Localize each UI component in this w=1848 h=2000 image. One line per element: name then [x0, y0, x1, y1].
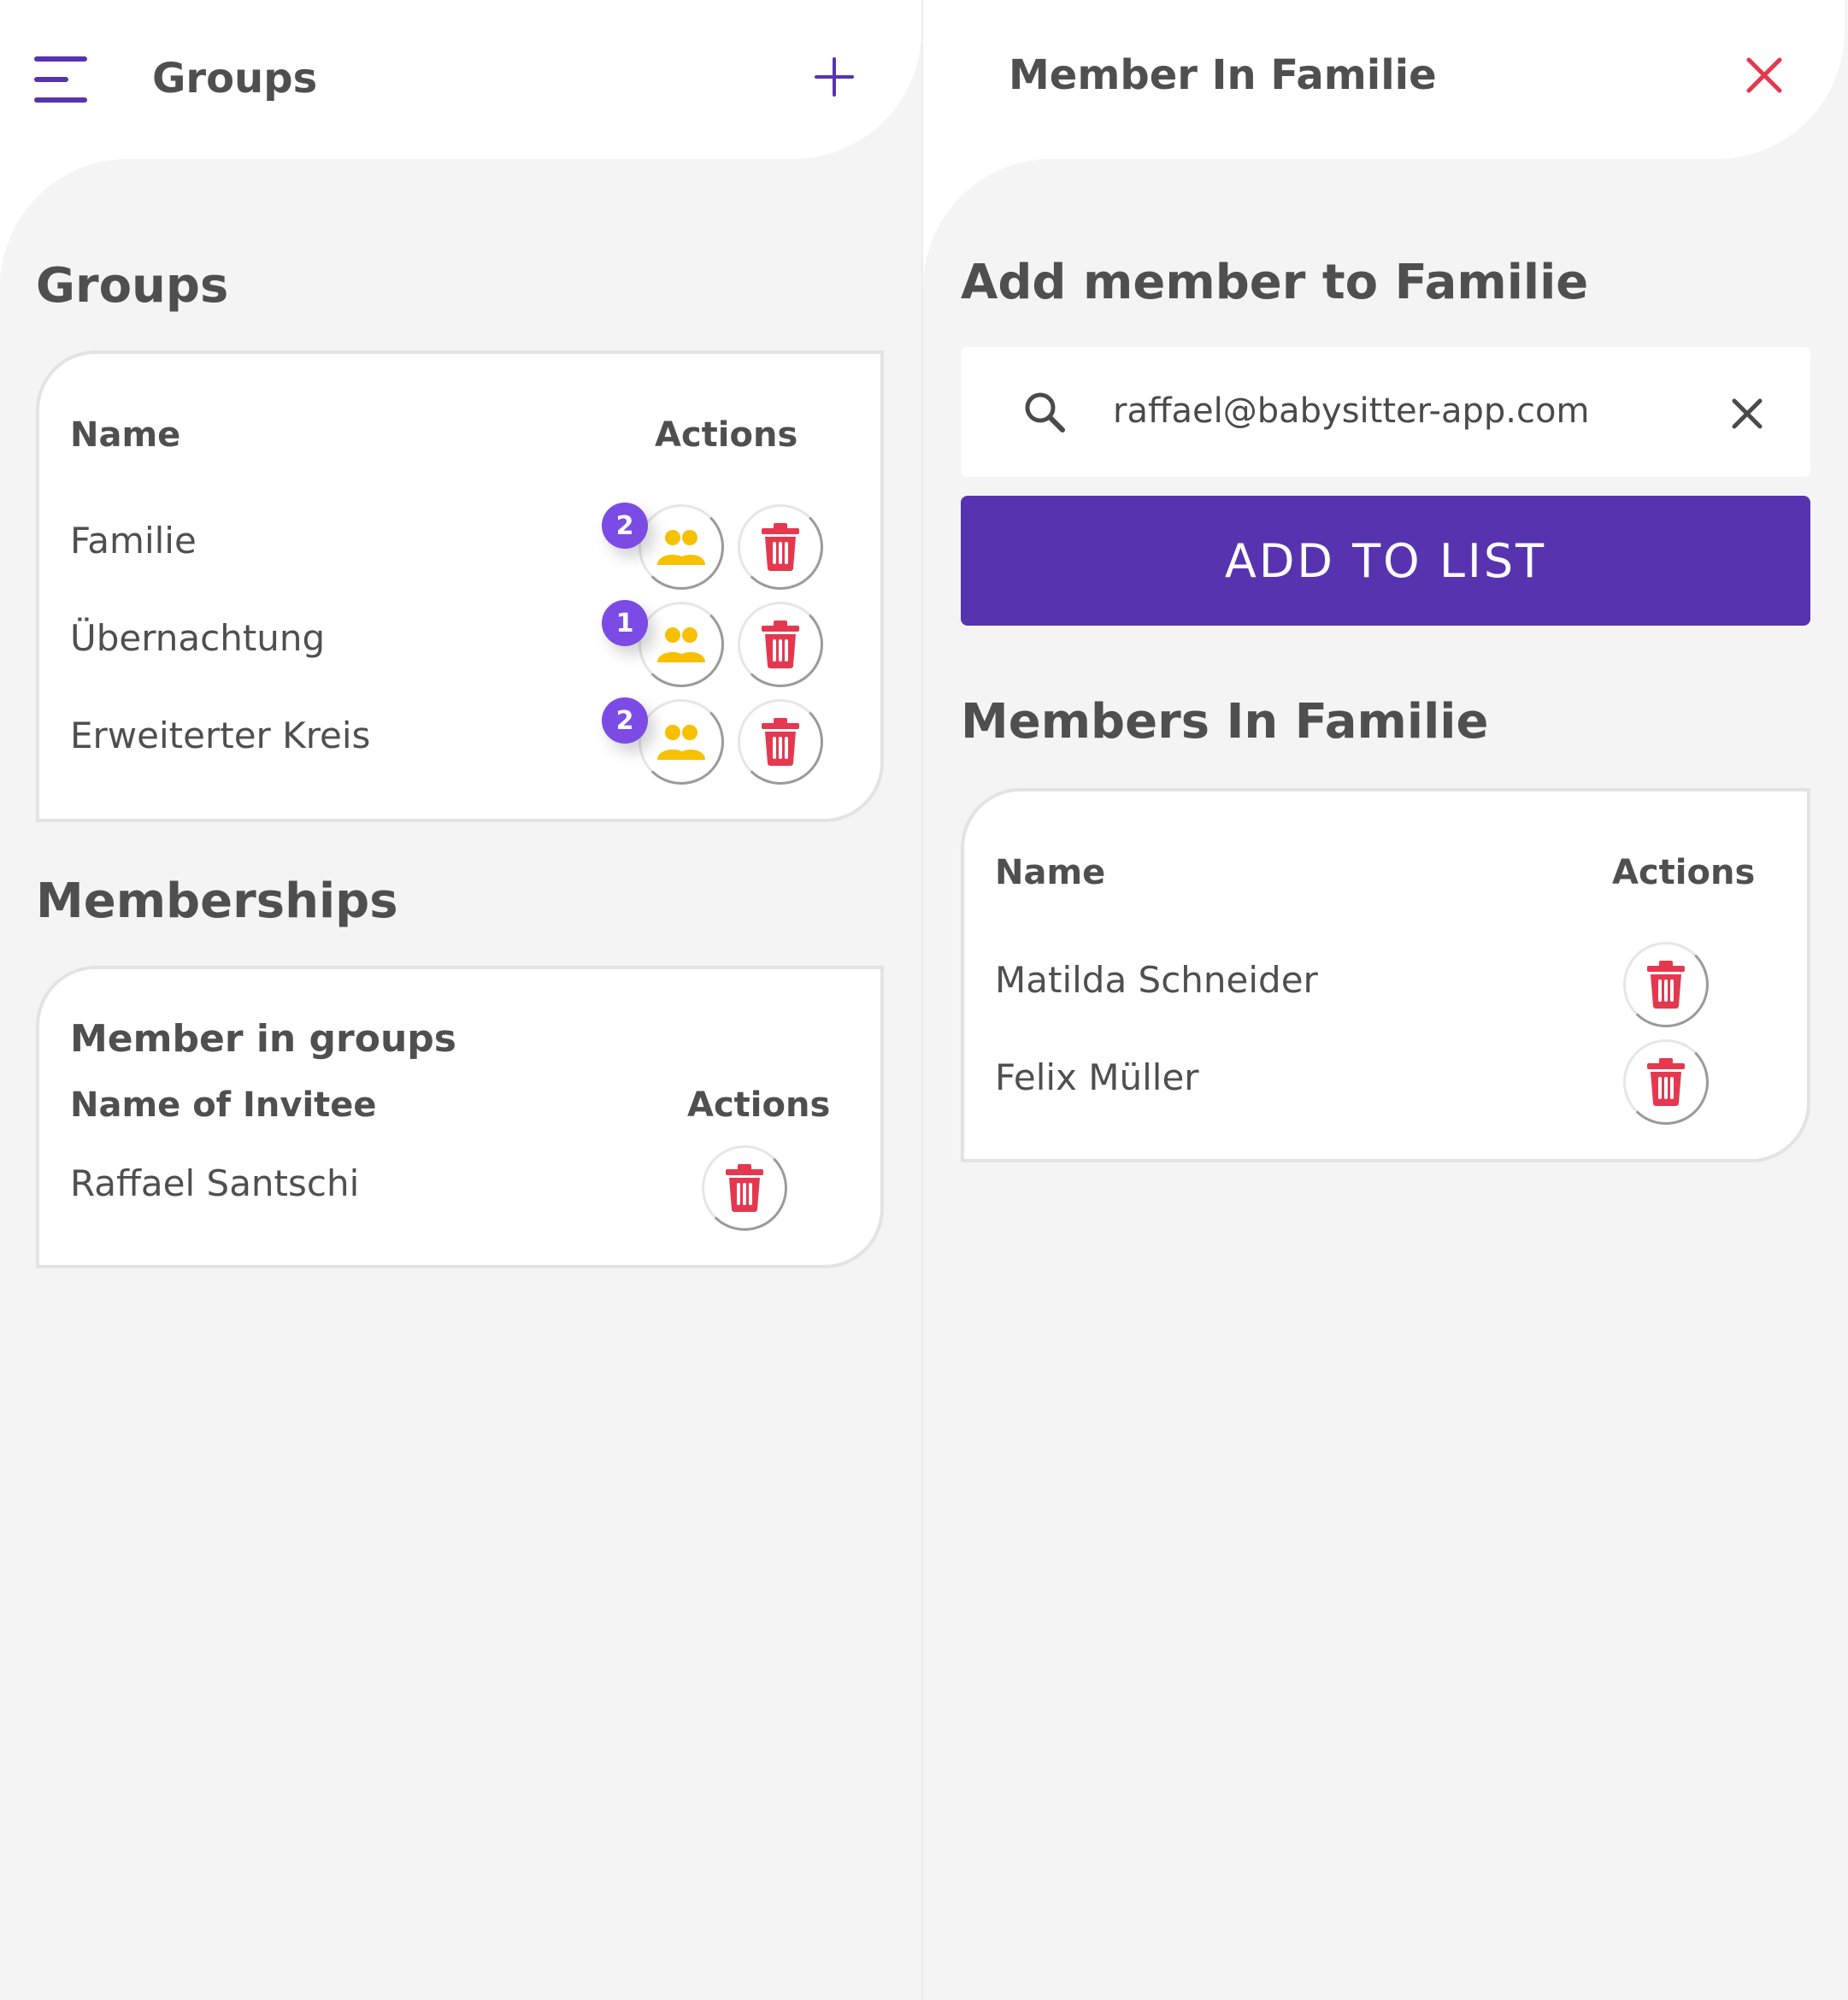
add-to-list-button[interactable]: ADD TO LIST	[961, 496, 1810, 626]
delete-group-button[interactable]	[738, 504, 823, 590]
column-header-invitee: Name of Invitee	[70, 1085, 377, 1125]
delete-member-button[interactable]	[1623, 1039, 1709, 1125]
members-card: Name Actions Matilda Schneider Felix Mül…	[961, 788, 1810, 1162]
trash-icon	[1647, 1058, 1685, 1106]
trash-icon	[762, 621, 799, 668]
member-name: Felix Müller	[995, 1056, 1199, 1098]
column-header-name: Name	[70, 415, 181, 455]
member-screen: Member In Familie Add member to Familie …	[923, 0, 1845, 2000]
group-icon	[657, 530, 705, 565]
group-icon	[657, 725, 705, 760]
delete-membership-button[interactable]	[702, 1145, 787, 1231]
group-members-button[interactable]	[639, 504, 724, 590]
menu-icon[interactable]	[34, 56, 89, 103]
delete-group-button[interactable]	[738, 699, 823, 785]
delete-member-button[interactable]	[1623, 942, 1709, 1027]
app-header: Groups	[0, 0, 921, 159]
email-search-input[interactable]	[1113, 381, 1711, 441]
group-members-button[interactable]	[639, 699, 724, 785]
group-name[interactable]: Übernachtung	[70, 617, 325, 659]
add-member-heading: Add member to Familie	[961, 255, 1589, 310]
memberships-heading: Memberships	[36, 874, 398, 929]
member-name: Matilda Schneider	[995, 959, 1318, 1001]
group-name[interactable]: Erweiterter Kreis	[70, 715, 370, 756]
group-name[interactable]: Familie	[70, 520, 197, 562]
modal-header: Member In Familie	[923, 0, 1845, 159]
card-title: Member in groups	[70, 1017, 456, 1061]
member-count-badge: 2	[602, 503, 648, 549]
groups-screen: Groups Groups Name Actions Familie 2 Übe…	[0, 0, 921, 2000]
memberships-card: Member in groups Name of Invitee Actions…	[36, 966, 884, 1268]
column-header-actions: Actions	[655, 415, 798, 455]
group-members-button[interactable]	[639, 602, 724, 687]
column-header-name: Name	[995, 853, 1106, 892]
search-field[interactable]	[961, 347, 1810, 477]
modal-title: Member In Familie	[1009, 51, 1437, 99]
groups-heading: Groups	[36, 258, 229, 314]
column-header-actions: Actions	[687, 1085, 831, 1125]
search-icon	[1025, 392, 1065, 432]
clear-icon[interactable]	[1732, 398, 1763, 429]
member-count-badge: 2	[602, 697, 648, 744]
trash-icon	[1647, 961, 1685, 1009]
members-heading: Members In Familie	[961, 694, 1489, 750]
trash-icon	[726, 1164, 763, 1212]
trash-icon	[762, 718, 799, 766]
column-header-actions: Actions	[1612, 853, 1756, 892]
plus-icon[interactable]	[814, 56, 855, 97]
trash-icon	[762, 523, 799, 571]
groups-card: Name Actions Familie 2 Übernachtung 1 Er…	[36, 350, 884, 822]
delete-group-button[interactable]	[738, 602, 823, 687]
page-title: Groups	[152, 55, 318, 103]
member-count-badge: 1	[602, 600, 648, 646]
close-icon[interactable]	[1745, 56, 1783, 94]
group-icon	[657, 627, 705, 662]
invitee-name: Raffael Santschi	[70, 1162, 360, 1204]
